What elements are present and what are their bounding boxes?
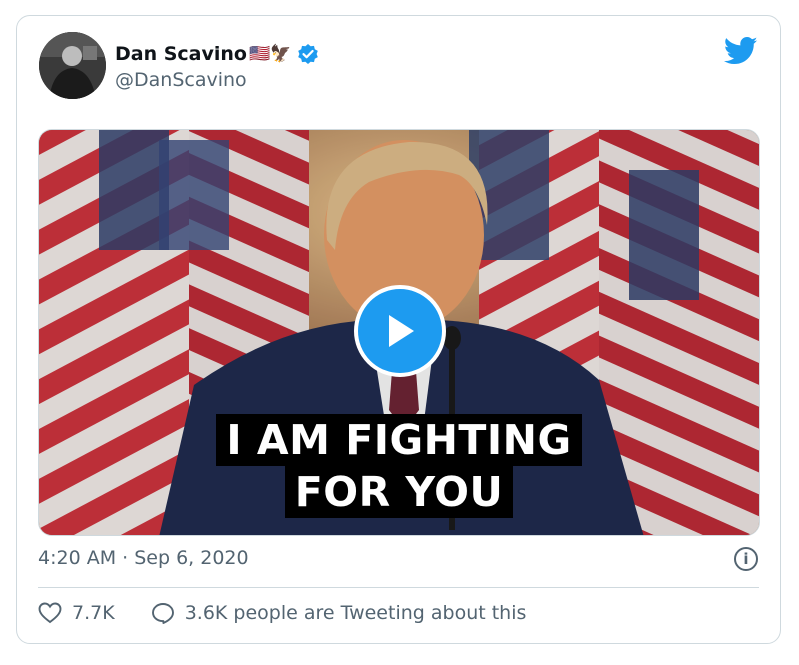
author-name-emoji: 🇺🇸🦅 [248,44,292,64]
like-action[interactable]: 7.7K [38,602,115,624]
like-count: 7.7K [72,602,115,624]
avatar[interactable] [39,32,106,99]
conversation-action[interactable]: 3.6K people are Tweeting about this [151,602,527,624]
conversation-text: 3.6K people are Tweeting about this [184,602,527,624]
divider [38,587,759,588]
author-name[interactable]: Dan Scavino [115,43,247,65]
reply-bubble-icon [151,603,174,624]
verified-badge-icon [297,43,319,65]
video-thumbnail[interactable]: I AM FIGHTING FOR YOU [38,129,760,536]
author-handle[interactable]: @DanScavino [115,69,247,91]
heart-icon [38,602,62,624]
twitter-bird-icon[interactable] [723,36,758,66]
play-icon [389,315,414,347]
info-icon[interactable]: i [734,547,758,571]
tweet-actions: 7.7K 3.6K people are Tweeting about this [38,602,526,624]
author-name-row[interactable]: Dan Scavino 🇺🇸🦅 [115,40,319,68]
tweet-timestamp[interactable]: 4:20 AM · Sep 6, 2020 [38,547,249,569]
tweet-card: Dan Scavino 🇺🇸🦅 @DanScavino I AM FIGHTIN… [16,15,781,644]
play-button[interactable] [354,285,446,377]
video-caption-line2: FOR YOU [39,466,759,518]
video-caption-line1: I AM FIGHTING [39,414,759,466]
